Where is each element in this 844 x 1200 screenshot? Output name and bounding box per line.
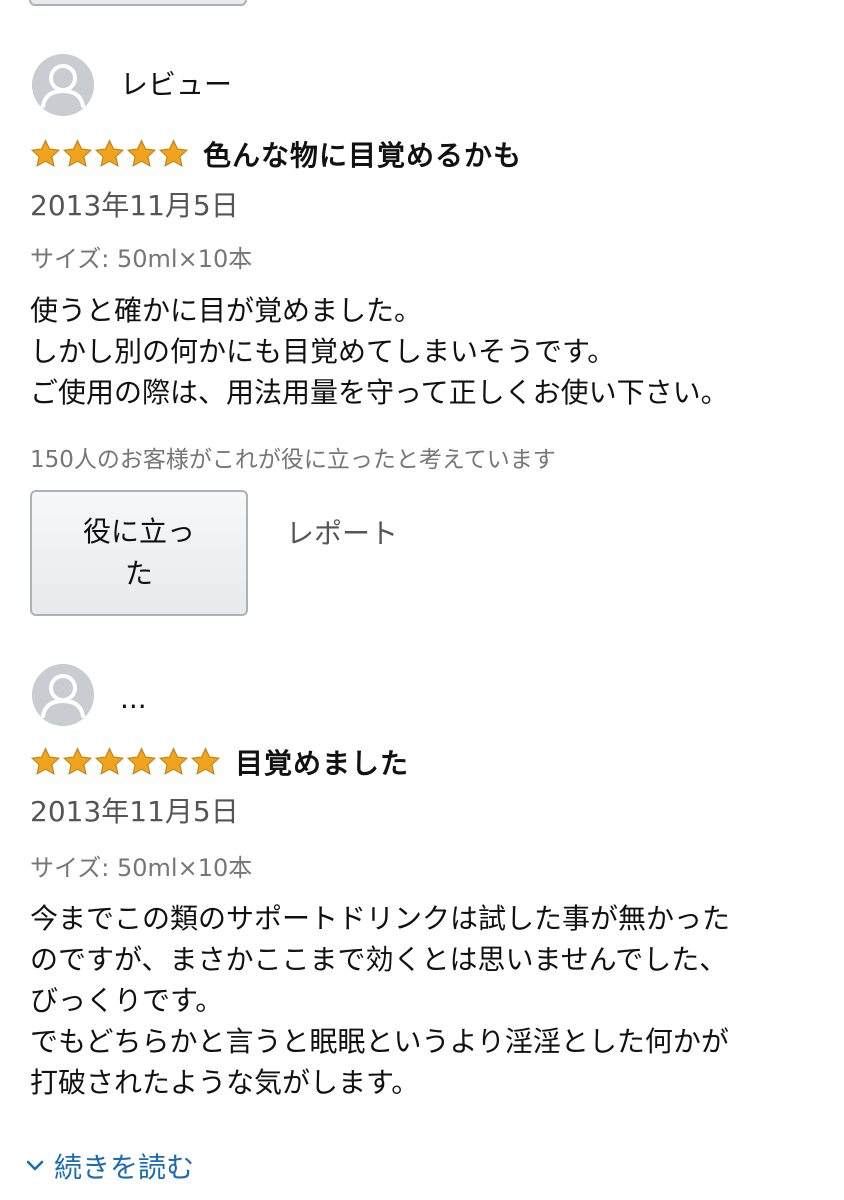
review-text-line: のですが、まさかここまで効くとは思いませんでした、 [30, 943, 728, 976]
read-more-label: 続きを読む [54, 1151, 195, 1184]
star-icon [126, 139, 157, 169]
review-title[interactable]: 目覚めました [235, 742, 409, 782]
reviewer-name: ... [120, 682, 147, 715]
star-icon [158, 747, 189, 777]
read-more-link[interactable]: 続きを読む [26, 1146, 194, 1186]
review-text-line: でもどちらかと言うと眠眠というより淫淫とした何かが [30, 1025, 729, 1058]
review-text-line: 使うと確かに目が覚めました。 [30, 294, 423, 327]
review-text-line: びっくりです。 [30, 984, 224, 1017]
reviewer-name: レビュー [120, 68, 233, 101]
previous-helpful-button[interactable] [29, 0, 247, 6]
star-icon [126, 747, 157, 777]
rating-row: 目覚めました [30, 742, 409, 782]
reviewer-profile[interactable]: レビュー [30, 54, 820, 116]
review-body: 使うと確かに目が覚めました。 しかし別の何かにも目覚めてしまいそうです。 ご使用… [30, 290, 820, 413]
review-date: 2013年11月5日 [30, 189, 239, 222]
product-variant: サイズ: 50ml×10本 [30, 854, 253, 882]
chevron-down-icon [26, 1160, 44, 1171]
review-title[interactable]: 色んな物に目覚めるかも [203, 134, 522, 174]
rating-row: 色んな物に目覚めるかも [30, 134, 522, 174]
review-date: 2013年11月5日 [30, 795, 239, 828]
review-body: 今までこの類のサポートドリンクは試した事が無かった のですが、まさかここまで効く… [30, 898, 820, 1103]
star-rating [30, 139, 189, 169]
review-list-page: レビュー 色んな物に目覚めるかも 2013年11月5日 サイズ: 50ml×10… [0, 0, 844, 1200]
star-rating [30, 747, 221, 777]
review-text-line: 今までこの類のサポートドリンクは試した事が無かった [30, 902, 731, 935]
helpful-count: 150人のお客様がこれが役に立ったと考えています [30, 447, 556, 473]
review-card: ... 目覚めました 2013年11月5日 サイズ: 50ml×10本 今までこ… [30, 664, 820, 1099]
review-text-line: 打破されたような気がします。 [30, 1066, 420, 1099]
star-icon [62, 139, 93, 169]
star-icon [62, 747, 93, 777]
product-variant: サイズ: 50ml×10本 [30, 245, 253, 273]
reviewer-profile[interactable]: ... [30, 664, 820, 726]
avatar-icon [32, 54, 94, 116]
review-text-line: ご使用の際は、用法用量を守って正しくお使い下さい。 [30, 376, 729, 409]
report-link[interactable]: レポート [286, 512, 398, 552]
star-icon [94, 747, 125, 777]
star-icon [30, 139, 61, 169]
review-text-line: しかし別の何かにも目覚めてしまいそうです。 [30, 335, 616, 368]
helpful-button[interactable]: 役に立った [30, 490, 248, 616]
star-icon [94, 139, 125, 169]
review-card: レビュー 色んな物に目覚めるかも 2013年11月5日 サイズ: 50ml×10… [30, 54, 820, 616]
star-icon [30, 747, 61, 777]
star-icon [190, 747, 221, 777]
star-icon [158, 139, 189, 169]
avatar-icon [32, 664, 94, 726]
